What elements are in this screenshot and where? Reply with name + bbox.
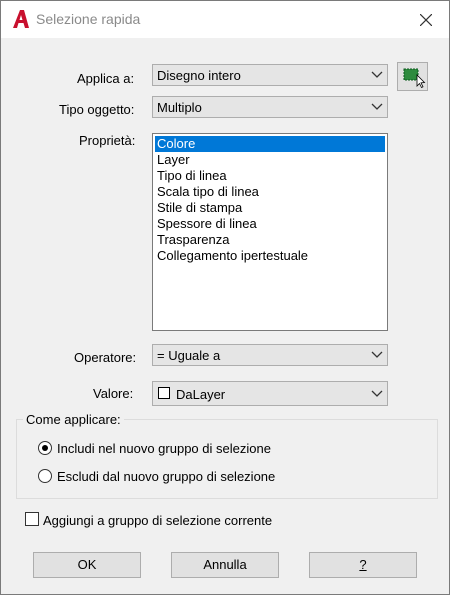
applica-value: Disegno intero — [157, 68, 241, 83]
select-objects-icon — [403, 68, 426, 89]
apply-mode-group-title: Come applicare: — [23, 412, 124, 427]
close-button[interactable] — [403, 1, 449, 38]
applica-label: Applica a: — [77, 71, 135, 86]
append-checkbox-label[interactable]: Aggiungi a gruppo di selezione corrente — [43, 513, 272, 528]
exclude-label[interactable]: Escludi dal nuovo gruppo di selezione — [57, 469, 275, 484]
property-item-collegamento-ipertestuale[interactable]: Collegamento ipertestuale — [155, 248, 385, 264]
select-objects-button[interactable] — [397, 62, 428, 91]
dialog-title: Selezione rapida — [36, 11, 141, 27]
applica-dropdown[interactable]: Disegno intero — [152, 64, 388, 86]
property-item-tipo-di-linea[interactable]: Tipo di linea — [155, 168, 385, 184]
append-checkbox[interactable] — [25, 512, 39, 526]
close-icon — [420, 13, 432, 26]
property-item-colore[interactable]: Colore — [155, 136, 385, 152]
chevron-down-icon — [371, 71, 383, 78]
operatore-label: Operatore: — [74, 350, 137, 365]
include-label[interactable]: Includi nel nuovo gruppo di selezione — [57, 441, 271, 456]
proprieta-label: Proprietà: — [79, 133, 136, 148]
property-item-spessore-di-linea[interactable]: Spessore di linea — [155, 216, 385, 232]
property-item-scala-tipo-di-linea[interactable]: Scala tipo di linea — [155, 184, 385, 200]
chevron-down-icon — [371, 351, 383, 358]
cancel-button[interactable]: Annulla — [171, 552, 279, 578]
property-item-layer[interactable]: Layer — [155, 152, 385, 168]
include-radio[interactable] — [38, 441, 52, 455]
valore-dropdown[interactable]: DaLayer — [152, 381, 388, 406]
tipo-oggetto-value: Multiplo — [157, 100, 202, 115]
autocad-app-icon — [13, 10, 29, 28]
valore-label: Valore: — [93, 386, 134, 401]
help-button[interactable]: ? — [309, 552, 417, 578]
chevron-down-icon — [371, 103, 383, 110]
tipo-oggetto-dropdown[interactable]: Multiplo — [152, 96, 388, 118]
property-item-trasparenza[interactable]: Trasparenza — [155, 232, 385, 248]
valore-value: DaLayer — [176, 387, 226, 402]
quick-select-dialog: Selezione rapida Applica a: Disegno inte… — [0, 0, 450, 595]
apply-mode-group — [16, 419, 438, 499]
color-swatch — [158, 387, 170, 399]
title-bar: Selezione rapida — [1, 1, 449, 38]
property-item-stile-di-stampa[interactable]: Stile di stampa — [155, 200, 385, 216]
exclude-radio[interactable] — [38, 469, 52, 483]
tipo-oggetto-label: Tipo oggetto: — [59, 102, 135, 117]
radio-selected-dot — [42, 445, 48, 451]
chevron-down-icon — [371, 390, 383, 397]
operatore-value: = Uguale a — [157, 348, 221, 363]
operatore-dropdown[interactable]: = Uguale a — [152, 344, 388, 366]
properties-listbox[interactable]: Colore Layer Tipo di linea Scala tipo di… — [152, 133, 388, 331]
ok-button[interactable]: OK — [33, 552, 141, 578]
